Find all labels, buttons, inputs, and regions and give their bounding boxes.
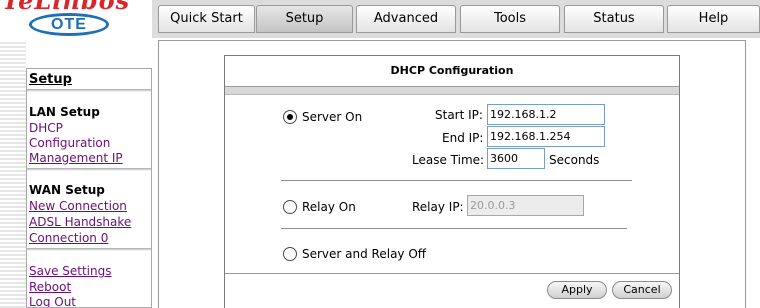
- section-divider: [281, 180, 632, 181]
- sidebar-item-management-ip[interactable]: Management IP: [28, 151, 150, 166]
- sidebar-heading-wan: WAN Setup: [29, 183, 105, 197]
- start-ip-label: Start IP:: [435, 108, 483, 122]
- sidebar-item-dhcp-configuration[interactable]: DHCP Configuration: [28, 121, 150, 151]
- tab-tools[interactable]: Tools: [460, 5, 560, 33]
- lease-time-input[interactable]: 3600: [487, 148, 545, 169]
- sidebar-heading-lan: LAN Setup: [29, 105, 100, 119]
- sidebar-title: Setup: [29, 72, 72, 87]
- panel-title: DHCP Configuration: [390, 64, 514, 77]
- sidebar-divider: [27, 168, 151, 171]
- sidebar-item-new-connection[interactable]: New Connection: [28, 199, 150, 214]
- server-on-label: Server On: [302, 110, 363, 124]
- server-relay-off-label: Server and Relay Off: [302, 247, 427, 261]
- tab-setup[interactable]: Setup: [256, 5, 353, 33]
- lease-time-label: Lease Time:: [412, 153, 485, 167]
- apply-button[interactable]: Apply: [547, 281, 607, 299]
- sidebar-divider: [27, 89, 151, 92]
- sidebar-item-label: Configuration: [29, 136, 111, 150]
- logo-ote-badge: OTE: [29, 13, 109, 36]
- dhcp-config-panel: DHCP Configuration Server On Start IP: 1…: [224, 55, 680, 308]
- relay-ip-label: Relay IP:: [412, 200, 464, 214]
- sidebar-item-save-settings[interactable]: Save Settings: [28, 264, 150, 279]
- end-ip-input[interactable]: 192.168.1.254: [487, 126, 605, 147]
- sidebar: Setup LAN Setup DHCP Configuration Manag…: [26, 68, 152, 308]
- tab-quick-start[interactable]: Quick Start: [158, 5, 255, 33]
- server-relay-off-radio[interactable]: [283, 247, 297, 261]
- tab-help[interactable]: Help: [667, 5, 760, 33]
- section-divider: [281, 228, 627, 229]
- top-tab-bar: Quick Start Setup Advanced Tools Status …: [152, 0, 760, 38]
- tab-status[interactable]: Status: [564, 5, 664, 33]
- sidebar-stripe: [0, 40, 26, 308]
- sidebar-item-log-out[interactable]: Log Out: [28, 295, 150, 307]
- relay-on-label: Relay On: [302, 200, 356, 214]
- sidebar-item-label: DHCP: [29, 121, 63, 135]
- seconds-label: Seconds: [549, 153, 600, 167]
- tab-advanced[interactable]: Advanced: [356, 5, 456, 33]
- logo: TeLinbos OTE: [0, 0, 152, 40]
- relay-ip-input[interactable]: 20.0.0.3: [467, 195, 584, 216]
- cancel-button[interactable]: Cancel: [612, 281, 672, 299]
- panel-header-bar: [225, 86, 679, 95]
- sidebar-item-reboot[interactable]: Reboot: [28, 280, 150, 295]
- end-ip-label: End IP:: [442, 131, 484, 145]
- relay-on-radio[interactable]: [283, 200, 297, 214]
- button-row-divider: [225, 273, 679, 274]
- server-on-radio[interactable]: [283, 110, 297, 124]
- start-ip-input[interactable]: 192.168.1.2: [487, 104, 605, 125]
- sidebar-divider: [27, 248, 151, 251]
- sidebar-item-adsl-handshake[interactable]: ADSL Handshake: [28, 215, 150, 230]
- sidebar-item-connection-0[interactable]: Connection 0: [28, 231, 150, 246]
